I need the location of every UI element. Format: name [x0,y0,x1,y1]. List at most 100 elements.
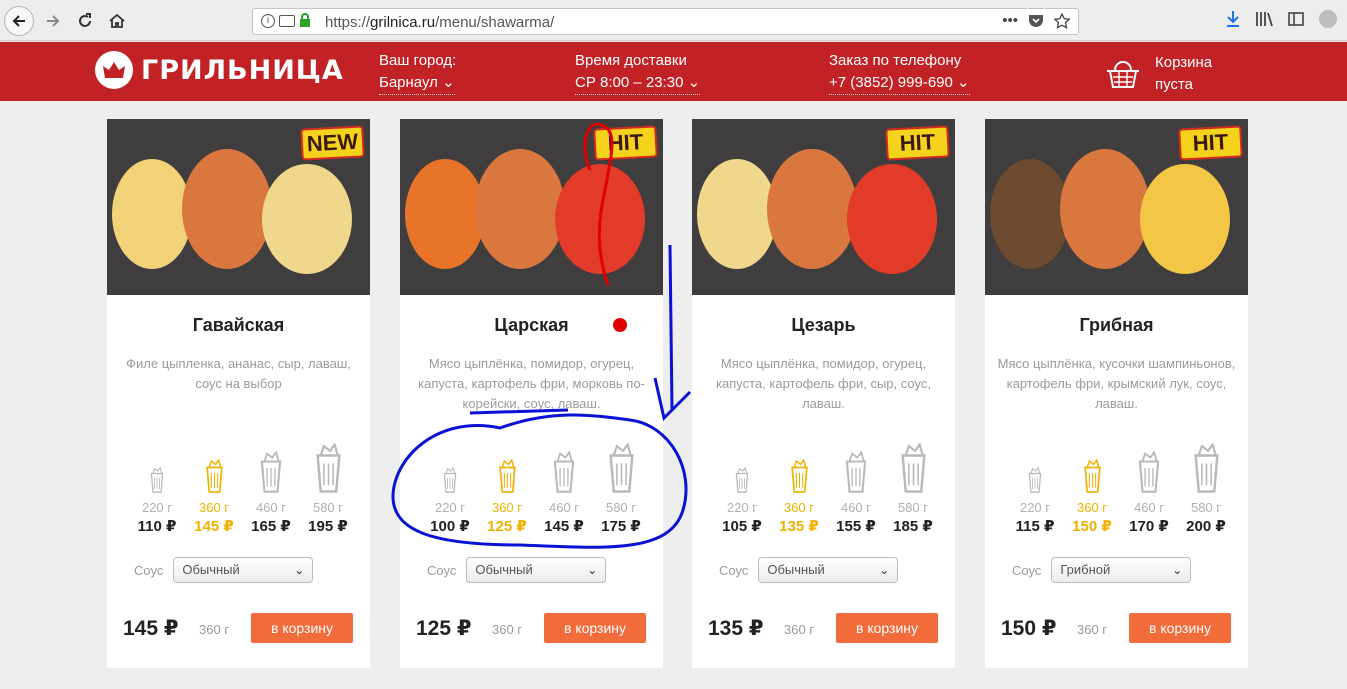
reload-icon [79,13,91,27]
total-price: 135 ₽ [708,617,764,640]
product-description: Мясо цыплёнка, кусочки шампиньонов, карт… [997,356,1236,411]
site-header: ГРИЛЬНИЦА Ваш город: Барнаул ⌄ Время дос… [0,42,1347,101]
account-icon[interactable] [1319,10,1337,28]
shawarma-cup-icon [443,466,457,493]
size-price: 185 ₽ [893,518,933,535]
size-option[interactable]: 460 г 145 ₽ [536,450,592,535]
city-selector[interactable]: Ваш город: Барнаул ⌄ [379,50,456,95]
reload-button[interactable] [70,6,100,36]
phone-label: Заказ по телефону [829,52,962,69]
page-actions-icon[interactable]: ••• [1002,12,1018,29]
size-price: 150 ₽ [1072,518,1112,535]
logo[interactable]: ГРИЛЬНИЦА [95,51,344,89]
cart[interactable]: Корзина пуста [1105,52,1212,96]
phone-order[interactable]: Заказ по телефону +7 (3852) 999-690 ⌄ [829,50,970,95]
crown-logo-icon [95,51,133,89]
shawarma-cup-icon [735,466,749,493]
size-option[interactable]: 220 г 105 ₽ [714,466,770,535]
product-badge: NEW [300,125,365,161]
sauce-selector: Соус Обычный ⌄ [427,557,607,583]
size-weight: 220 г [141,500,173,515]
shawarma-cup-icon [1138,450,1160,493]
product-name: Цезарь [791,315,856,335]
size-price: 170 ₽ [1129,518,1169,535]
sauce-selector: Соус Обычный ⌄ [719,557,899,583]
sidebar-icon[interactable] [1287,10,1305,28]
delivery-label: Время доставки [575,52,687,69]
size-price: 135 ₽ [779,518,819,535]
product-badge: HIT [1178,125,1243,161]
phone-value[interactable]: +7 (3852) 999-690 [829,74,953,91]
size-weight: 580 г [1190,500,1222,515]
size-option[interactable]: 360 г 125 ₽ [479,458,535,535]
product-photo[interactable]: HIT [692,119,955,295]
delivery-time[interactable]: Время доставки СР 8:00 – 23:30 ⌄ [575,50,701,95]
size-option[interactable]: 220 г 110 ₽ [129,466,185,535]
total-weight: 360 г [784,622,815,637]
product-name: Царская [494,315,569,335]
size-option[interactable]: 360 г 150 ₽ [1064,458,1120,535]
size-weight: 360 г [491,500,523,515]
size-price: 145 ₽ [544,518,584,535]
permissions-icon[interactable] [279,14,295,27]
browser-toolbar: i https://grilnica.ru/menu/shawarma/ ••• [0,0,1347,41]
sauce-selector: Соус Грибной ⌄ [1012,557,1192,583]
size-price: 110 ₽ [137,518,177,535]
sauce-value: Обычный [475,562,533,577]
size-weight: 360 г [198,500,230,515]
add-to-cart-button[interactable]: в корзину [836,613,938,643]
size-price: 175 ₽ [601,518,641,535]
download-icon[interactable] [1225,10,1241,28]
size-price: 200 ₽ [1186,518,1226,535]
delivery-value[interactable]: СР 8:00 – 23:30 [575,74,683,91]
shawarma-cup-icon [1028,466,1042,493]
home-icon [109,13,125,28]
sauce-dropdown[interactable]: Обычный ⌄ [466,557,607,583]
size-option[interactable]: 460 г 170 ₽ [1121,450,1177,535]
size-option[interactable]: 460 г 155 ₽ [828,450,884,535]
back-button[interactable] [4,6,34,36]
product-card: HIT Грибная Мясо цыплёнка, кусочки шампин… [985,119,1248,668]
size-option[interactable]: 580 г 185 ₽ [885,442,941,535]
size-option[interactable]: 220 г 115 ₽ [1007,466,1063,535]
lock-icon[interactable] [299,13,311,28]
chevron-down-icon: ⌄ [687,74,701,91]
sauce-dropdown[interactable]: Обычный ⌄ [758,557,899,583]
sauce-dropdown[interactable]: Грибной ⌄ [1051,557,1192,583]
size-price: 115 ₽ [1015,518,1055,535]
shawarma-cup-icon [845,450,867,493]
add-to-cart-button[interactable]: в корзину [1129,613,1231,643]
size-weight: 580 г [897,500,929,515]
add-to-cart-button[interactable]: в корзину [544,613,646,643]
size-price: 100 ₽ [430,518,470,535]
forward-button[interactable] [38,6,68,36]
bookmark-star-icon[interactable] [1054,12,1070,29]
info-icon[interactable]: i [261,13,275,28]
shawarma-cup-icon [790,458,808,493]
size-option[interactable]: 460 г 165 ₽ [243,450,299,535]
shawarma-cup-icon [150,466,164,493]
shawarma-cup-icon [260,450,282,493]
add-to-cart-button[interactable]: в корзину [251,613,353,643]
chevron-down-icon: ⌄ [442,74,455,91]
sauce-label: Соус [1012,562,1042,578]
product-photo[interactable]: HIT [400,119,663,295]
product-photo[interactable]: NEW [107,119,370,295]
size-option[interactable]: 580 г 200 ₽ [1178,442,1234,535]
chevron-down-icon: ⌄ [294,563,305,577]
size-option[interactable]: 360 г 145 ₽ [186,458,242,535]
sauce-dropdown[interactable]: Обычный ⌄ [173,557,314,583]
cart-label: Корзина [1155,54,1213,71]
library-icon[interactable] [1255,10,1273,28]
size-option[interactable]: 220 г 100 ₽ [422,466,478,535]
address-bar[interactable]: i https://grilnica.ru/menu/shawarma/ ••• [252,8,1079,35]
home-button[interactable] [102,6,132,36]
pocket-icon[interactable] [1028,14,1044,28]
size-option[interactable]: 580 г 195 ₽ [300,442,356,535]
url-text[interactable]: https://grilnica.ru/menu/shawarma/ [325,14,554,31]
size-weight: 360 г [783,500,815,515]
city-value[interactable]: Барнаул [379,74,438,91]
size-option[interactable]: 360 г 135 ₽ [771,458,827,535]
size-option[interactable]: 580 г 175 ₽ [593,442,649,535]
product-photo[interactable]: HIT [985,119,1248,295]
